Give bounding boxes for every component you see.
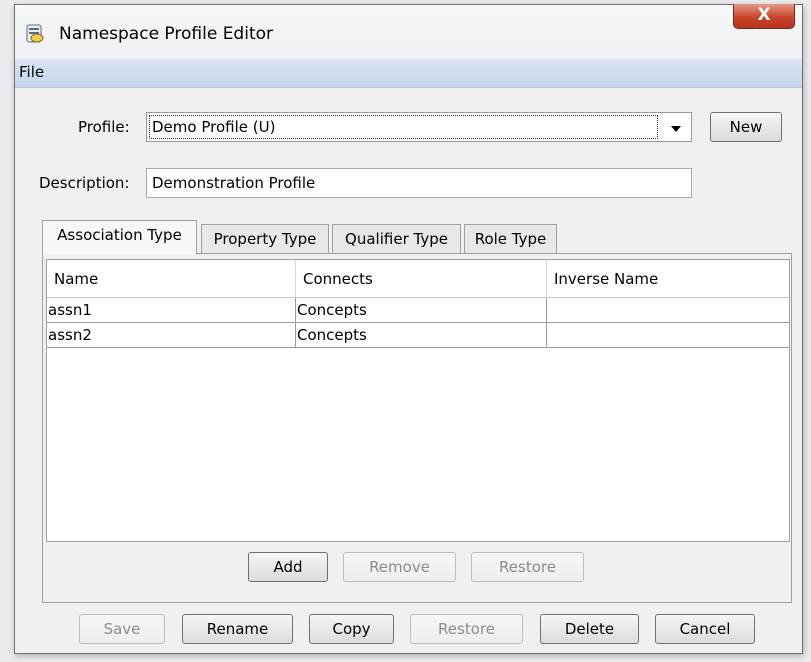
cancel-button[interactable]: Cancel <box>655 614 755 644</box>
menu-file[interactable]: File <box>19 63 44 81</box>
table-cell-connects[interactable]: Concepts <box>296 298 547 323</box>
description-field[interactable]: Demonstration Profile <box>146 168 692 198</box>
chevron-down-icon[interactable] <box>671 126 681 132</box>
rename-button[interactable]: Rename <box>182 614 293 644</box>
title-bar[interactable]: Namespace Profile Editor X <box>15 4 802 59</box>
column-header-inverse-name[interactable]: Inverse Name <box>547 260 789 298</box>
tab-association-type[interactable]: Association Type <box>42 220 197 255</box>
table-cell-inverse-name[interactable] <box>547 298 789 323</box>
restore-button[interactable]: Restore <box>410 614 523 644</box>
remove-button[interactable]: Remove <box>343 552 456 582</box>
copy-button[interactable]: Copy <box>309 614 394 644</box>
tab-role-type[interactable]: Role Type <box>464 224 557 254</box>
close-icon: X <box>757 5 771 25</box>
table-cell-name[interactable]: assn1 <box>47 298 296 323</box>
close-button[interactable]: X <box>733 4 795 29</box>
table-cell-connects[interactable]: Concepts <box>296 323 547 348</box>
add-button[interactable]: Add <box>248 552 328 582</box>
column-header-connects[interactable]: Connects <box>296 260 547 298</box>
column-header-name[interactable]: Name <box>47 260 296 298</box>
association-table[interactable]: Name Connects Inverse Name assn1 Concept… <box>46 259 790 542</box>
delete-button[interactable]: Delete <box>540 614 639 644</box>
window-title: Namespace Profile Editor <box>59 24 274 44</box>
profile-label: Profile: <box>78 118 130 136</box>
namespace-profile-editor-window: Namespace Profile Editor X File Profile:… <box>14 4 803 654</box>
description-label: Description: <box>39 174 130 192</box>
menu-bar: File <box>15 59 802 88</box>
database-icon <box>25 24 45 44</box>
profile-select[interactable]: Demo Profile (U) <box>146 112 692 142</box>
save-button[interactable]: Save <box>79 614 165 644</box>
table-cell-inverse-name[interactable] <box>547 323 789 348</box>
tab-qualifier-type[interactable]: Qualifier Type <box>332 224 461 254</box>
tab-property-type[interactable]: Property Type <box>201 224 329 254</box>
table-restore-button[interactable]: Restore <box>471 552 584 582</box>
new-profile-button[interactable]: New <box>710 112 782 142</box>
profile-select-value: Demo Profile (U) <box>149 115 658 139</box>
table-cell-name[interactable]: assn2 <box>47 323 296 348</box>
